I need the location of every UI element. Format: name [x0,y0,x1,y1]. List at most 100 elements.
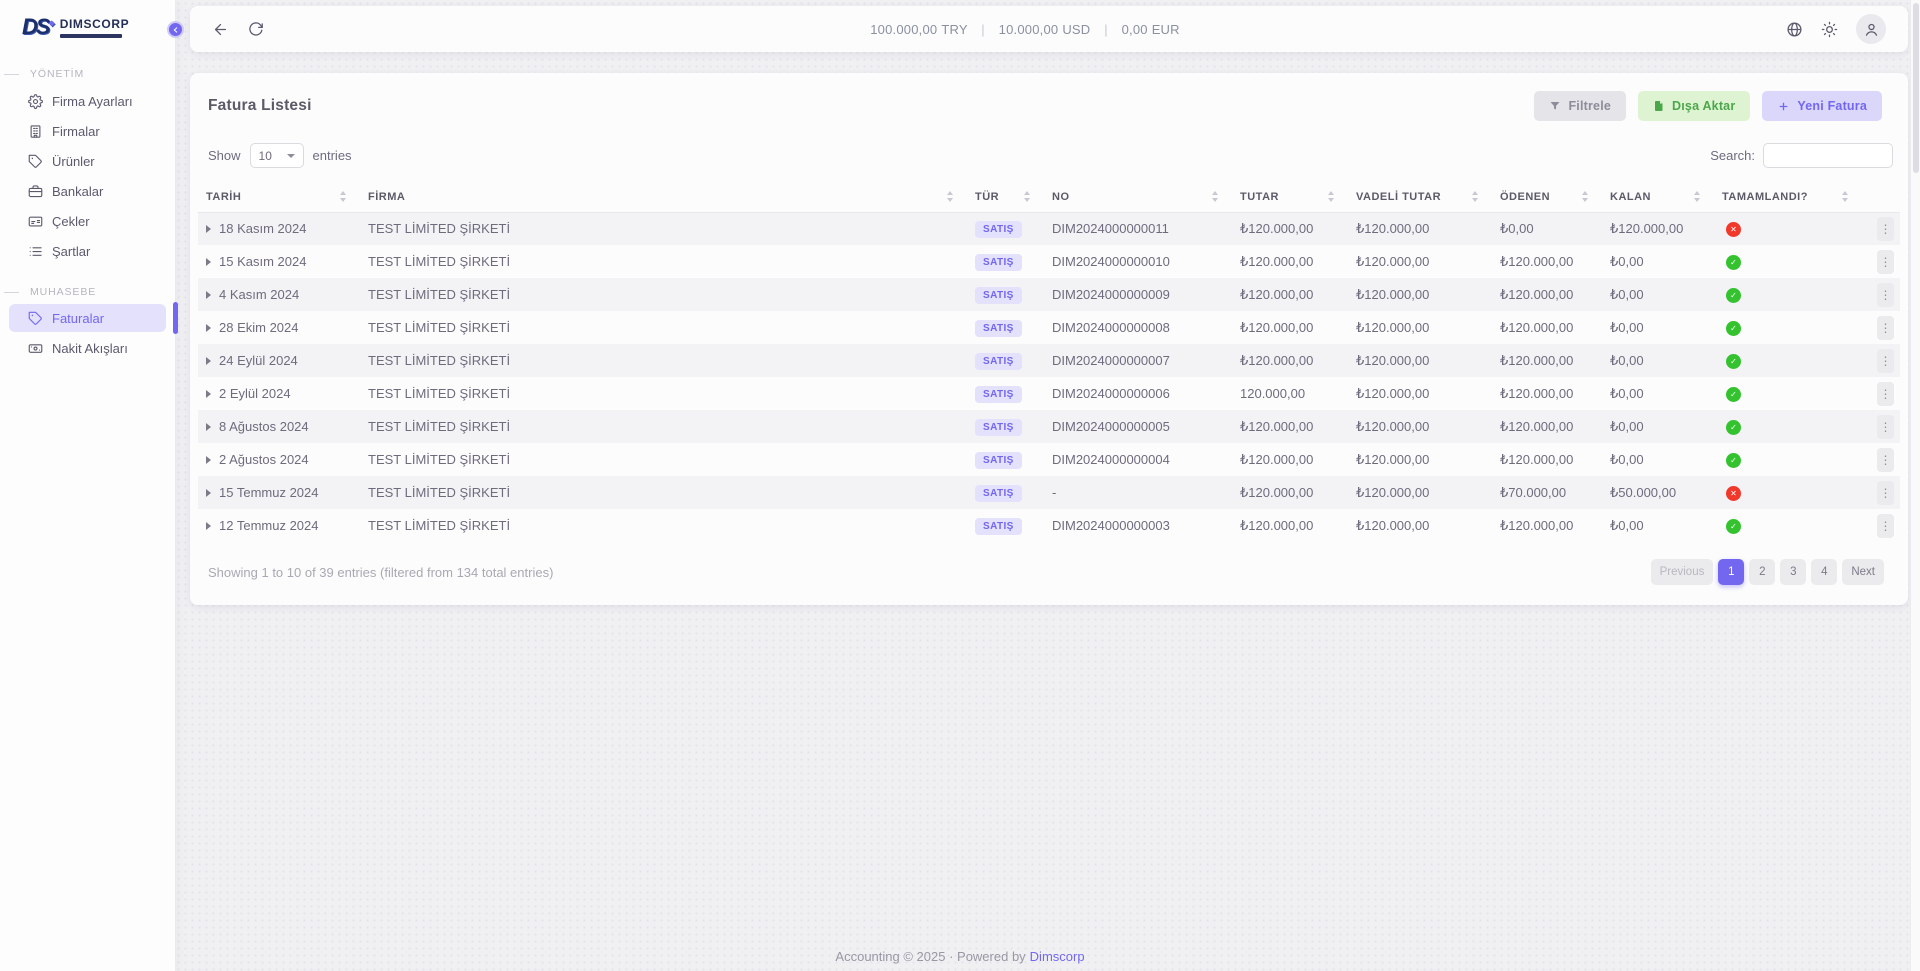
table-row[interactable]: 15 Temmuz 2024 TEST LİMİTED ŞİRKETİ SATI… [198,476,1900,509]
sidebar-item-bankalar[interactable]: Bankalar [0,176,175,206]
invoice-amount: ₺120.000,00 [1240,443,1356,476]
search-label: Search: [1710,148,1755,163]
pagination-page-1[interactable]: 1 [1718,559,1744,585]
invoice-remaining: ₺0,00 [1610,278,1722,311]
invoice-no: - [1052,476,1240,509]
table-row[interactable]: 12 Temmuz 2024 TEST LİMİTED ŞİRKETİ SATI… [198,509,1900,542]
invoice-date: 18 Kasım 2024 [219,221,306,236]
sidebar-item-firmalar[interactable]: Firmalar [0,116,175,146]
row-actions-button[interactable]: ⋮ [1877,283,1894,307]
export-button[interactable]: Dışa Aktar [1638,91,1750,121]
pagination-page-3[interactable]: 3 [1780,559,1806,585]
sidebar-item-label: Şartlar [52,244,90,259]
search-input[interactable] [1763,143,1893,168]
row-actions-button[interactable]: ⋮ [1877,349,1894,373]
pagination-page-4[interactable]: 4 [1811,559,1837,585]
row-expand-caret-icon[interactable] [206,522,211,530]
invoice-remaining: ₺50.000,00 [1610,476,1722,509]
pagination-next[interactable]: Next [1842,559,1884,585]
invoice-due-amount: ₺120.000,00 [1356,311,1500,344]
theme-toggle-button[interactable] [1821,21,1838,38]
row-expand-caret-icon[interactable] [206,225,211,233]
cash-flow-icon [28,341,43,356]
table-row[interactable]: 24 Eylül 2024 TEST LİMİTED ŞİRKETİ SATIŞ… [198,344,1900,377]
column-header-kalan[interactable]: KALAN [1610,182,1722,212]
table-row[interactable]: 18 Kasım 2024 TEST LİMİTED ŞİRKETİ SATIŞ… [198,212,1900,245]
column-header-vadeli-tutar[interactable]: VADELİ TUTAR [1356,182,1500,212]
table-row[interactable]: 28 Ekim 2024 TEST LİMİTED ŞİRKETİ SATIŞ … [198,311,1900,344]
row-actions-button[interactable]: ⋮ [1877,250,1894,274]
column-header-no[interactable]: NO [1052,182,1240,212]
language-button[interactable] [1786,21,1803,38]
row-expand-caret-icon[interactable] [206,324,211,332]
invoice-firm: TEST LİMİTED ŞİRKETİ [368,212,975,245]
plus-icon [1777,100,1790,113]
table-row[interactable]: 15 Kasım 2024 TEST LİMİTED ŞİRKETİ SATIŞ… [198,245,1900,278]
new-invoice-button[interactable]: Yeni Fatura [1762,91,1882,121]
pagination-previous[interactable]: Previous [1651,559,1714,585]
pagination-page-2[interactable]: 2 [1749,559,1775,585]
invoice-firm: TEST LİMİTED ŞİRKETİ [368,476,975,509]
row-expand-caret-icon[interactable] [206,423,211,431]
refresh-button[interactable] [247,21,264,38]
column-header-tarih[interactable]: TARİH [198,182,368,212]
column-header-tur[interactable]: TÜR [975,182,1052,212]
money-check-icon [28,214,43,229]
sort-icon [1212,191,1218,202]
table-row[interactable]: 4 Kasım 2024 TEST LİMİTED ŞİRKETİ SATIŞ … [198,278,1900,311]
row-expand-caret-icon[interactable] [206,357,211,365]
status-icon [1726,519,1741,534]
row-actions-button[interactable]: ⋮ [1877,481,1894,505]
sidebar-item-sartlar[interactable]: Şartlar [0,236,175,266]
table-row[interactable]: 2 Eylül 2024 TEST LİMİTED ŞİRKETİ SATIŞ … [198,377,1900,410]
row-expand-caret-icon[interactable] [206,390,211,398]
invoice-paid: ₺120.000,00 [1500,245,1610,278]
column-header-tamamlandi[interactable]: TAMAMLANDI? [1722,182,1870,212]
list-icon [28,244,43,259]
row-actions-button[interactable]: ⋮ [1877,217,1894,241]
row-actions-button[interactable]: ⋮ [1877,316,1894,340]
invoice-firm: TEST LİMİTED ŞİRKETİ [368,245,975,278]
user-menu-button[interactable] [1856,14,1886,44]
table-row[interactable]: 2 Ağustos 2024 TEST LİMİTED ŞİRKETİ SATI… [198,443,1900,476]
row-actions-button[interactable]: ⋮ [1877,382,1894,406]
filter-button[interactable]: Filtrele [1534,91,1626,121]
sidebar-item-label: Çekler [52,214,90,229]
column-header-firma[interactable]: FİRMA [368,182,975,212]
balance-eur: 0,00EUR [1122,22,1180,37]
row-actions-button[interactable]: ⋮ [1877,415,1894,439]
back-button[interactable] [212,21,229,38]
row-expand-caret-icon[interactable] [206,456,211,464]
sidebar-collapse-button[interactable] [167,21,184,38]
invoice-type-badge: SATIŞ [975,386,1022,403]
invoice-no: DIM2024000000009 [1052,278,1240,311]
invoice-amount: ₺120.000,00 [1240,509,1356,542]
row-actions-button[interactable]: ⋮ [1877,514,1894,538]
table-row[interactable]: 8 Ağustos 2024 TEST LİMİTED ŞİRKETİ SATI… [198,410,1900,443]
sidebar-item-nakit-akislari[interactable]: Nakit Akışları [0,333,175,363]
row-expand-caret-icon[interactable] [206,291,211,299]
footer-brand-link[interactable]: Dimscorp [1030,949,1085,964]
invoice-amount: 120.000,00 [1240,377,1356,410]
invoice-remaining: ₺0,00 [1610,443,1722,476]
sort-icon [340,191,346,202]
column-header-tutar[interactable]: TUTAR [1240,182,1356,212]
window-scrollbar[interactable] [1910,0,1920,971]
invoice-paid: ₺120.000,00 [1500,344,1610,377]
brand-name: DIMSCORP [60,17,129,31]
sidebar-item-urunler[interactable]: Ürünler [0,146,175,176]
sidebar-item-faturalar[interactable]: Faturalar [9,304,166,332]
invoice-due-amount: ₺120.000,00 [1356,344,1500,377]
sidebar-item-firma-ayarlari[interactable]: Firma Ayarları [0,86,175,116]
invoice-no: DIM2024000000004 [1052,443,1240,476]
sidebar-item-cekler[interactable]: Çekler [0,206,175,236]
invoice-amount: ₺120.000,00 [1240,278,1356,311]
scrollbar-thumb[interactable] [1913,3,1919,173]
invoice-type-badge: SATIŞ [975,221,1022,238]
column-header-odenen[interactable]: ÖDENEN [1500,182,1610,212]
page-size-select[interactable]: 10 [250,143,304,168]
row-actions-button[interactable]: ⋮ [1877,448,1894,472]
status-icon [1726,354,1741,369]
row-expand-caret-icon[interactable] [206,489,211,497]
row-expand-caret-icon[interactable] [206,258,211,266]
